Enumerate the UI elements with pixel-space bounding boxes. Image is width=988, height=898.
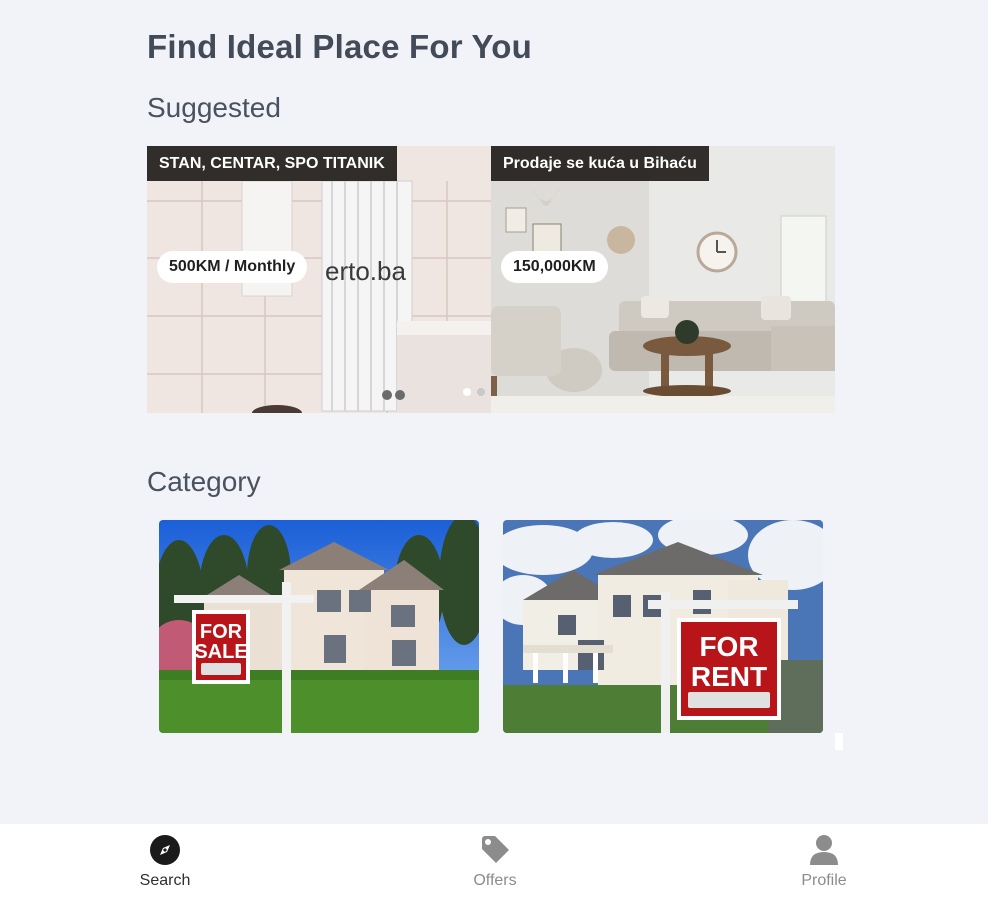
for-rent-image: FOR RENT [503, 520, 823, 733]
price-badge: 500KM / Monthly [157, 251, 308, 283]
suggested-card-title: STAN, CENTAR, SPO TITANIK [147, 146, 397, 181]
carousel-dot-active[interactable] [463, 388, 471, 396]
carousel-dot[interactable] [477, 388, 485, 396]
nav-offers[interactable]: Offers [415, 824, 575, 898]
compass-icon [150, 835, 180, 865]
for-sale-image: FOR SALE [159, 520, 479, 733]
nav-profile[interactable]: Profile [744, 824, 904, 898]
tag-icon [482, 836, 509, 863]
suggested-card-house[interactable]: Prodaje se kuća u Bihaću 150,000KM [491, 146, 835, 413]
category-for-sale[interactable]: FOR SALE [159, 520, 479, 733]
category-heading: Category [147, 466, 261, 497]
watermark-text: erto.ba [325, 256, 406, 286]
page-title: Find Ideal Place For You [147, 28, 532, 65]
bottom-navigation: Search Offers Profile [0, 824, 988, 898]
scroll-indicator [835, 733, 843, 750]
nav-search-label: Search [139, 872, 191, 889]
svg-text:SALE: SALE [194, 641, 247, 663]
user-icon [810, 835, 838, 865]
nav-profile-label: Profile [801, 872, 847, 889]
svg-text:FOR: FOR [699, 631, 758, 662]
price-badge: 150,000KM [501, 251, 608, 283]
suggested-heading: Suggested [147, 92, 281, 123]
nav-offers-label: Offers [473, 872, 517, 889]
svg-text:RENT: RENT [691, 661, 767, 692]
category-for-rent[interactable]: FOR RENT [503, 520, 823, 733]
suggested-card-title: Prodaje se kuća u Bihaću [491, 146, 709, 181]
svg-text:FOR: FOR [200, 621, 243, 643]
nav-search[interactable]: Search [85, 824, 245, 898]
suggested-card-apartment[interactable]: erto.ba STAN, CENTAR, SPO TITANIK 500KM … [147, 146, 491, 413]
